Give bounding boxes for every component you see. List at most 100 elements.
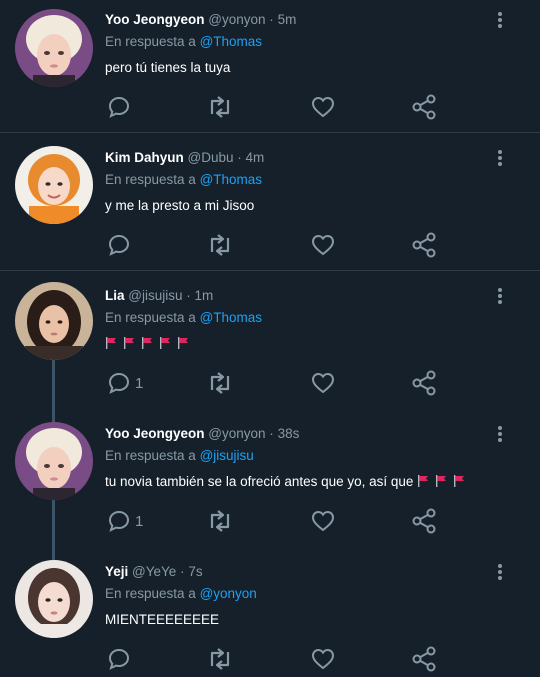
tweet-header: Yoo Jeongyeon @yonyon · 38s: [105, 426, 299, 441]
user-handle[interactable]: @yonyon: [208, 12, 265, 27]
tweet-text: tu novia también se la ofreció antes que…: [105, 474, 471, 489]
reply-button[interactable]: 1: [107, 507, 143, 535]
retweet-button[interactable]: [205, 507, 235, 535]
display-name[interactable]: Yeji: [105, 564, 128, 579]
red-flag-icon: [142, 337, 152, 349]
like-button[interactable]: [311, 507, 335, 535]
like-button[interactable]: [311, 93, 335, 121]
more-options-icon[interactable]: [493, 562, 507, 582]
tweet-header: Kim Dahyun @Dubu · 4m: [105, 150, 264, 165]
avatar[interactable]: [15, 422, 93, 500]
avatar[interactable]: [15, 560, 93, 638]
red-flag-icon: [124, 337, 134, 349]
share-button[interactable]: [411, 645, 437, 673]
like-button[interactable]: [311, 645, 335, 673]
share-icon: [412, 508, 436, 534]
tweet-header: Yeji @YeYe · 7s: [105, 564, 203, 579]
share-button[interactable]: [411, 231, 437, 259]
heart-icon: [311, 96, 335, 118]
more-options-icon[interactable]: [493, 148, 507, 168]
user-handle[interactable]: @Dubu: [188, 150, 234, 165]
timestamp[interactable]: 5m: [278, 12, 297, 27]
tweet-header: Lia @jisujisu · 1m: [105, 288, 213, 303]
display-name[interactable]: Lia: [105, 288, 125, 303]
more-options-icon[interactable]: [493, 10, 507, 30]
mention-link[interactable]: @Thomas: [200, 172, 262, 187]
tweet-text: pero tú tienes la tuya: [105, 60, 231, 75]
mention-link[interactable]: @yonyon: [200, 586, 257, 601]
separator: ·: [269, 426, 274, 441]
share-icon: [412, 94, 436, 120]
like-button[interactable]: [311, 369, 335, 397]
share-button[interactable]: [411, 507, 437, 535]
tweet[interactable]: Kim Dahyun @Dubu · 4m En respuesta a @Th…: [0, 138, 540, 270]
separator: ·: [186, 288, 191, 303]
like-button[interactable]: [311, 231, 335, 259]
tweet-text: y me la presto a mi Jisoo: [105, 198, 255, 213]
heart-icon: [311, 234, 335, 256]
reply-button[interactable]: 1: [107, 369, 143, 397]
tweet[interactable]: Yeji @YeYe · 7s En respuesta a @yonyon M…: [0, 552, 540, 677]
retweet-button[interactable]: [205, 369, 235, 397]
reply-icon: [108, 372, 130, 394]
retweet-button[interactable]: [205, 93, 235, 121]
tweet-actions: [105, 93, 445, 121]
mention-link[interactable]: @Thomas: [200, 34, 262, 49]
mention-link[interactable]: @Thomas: [200, 310, 262, 325]
timestamp[interactable]: 7s: [188, 564, 202, 579]
share-button[interactable]: [411, 93, 437, 121]
avatar[interactable]: [15, 146, 93, 224]
timestamp[interactable]: 38s: [278, 426, 300, 441]
more-options-icon[interactable]: [493, 424, 507, 444]
user-handle[interactable]: @yonyon: [208, 426, 265, 441]
separator: ·: [269, 12, 274, 27]
reply-context: En respuesta a @yonyon: [105, 586, 257, 601]
retweet-icon: [210, 510, 230, 532]
share-button[interactable]: [411, 369, 437, 397]
user-handle[interactable]: @YeYe: [132, 564, 176, 579]
tweet-text: [105, 336, 195, 351]
display-name[interactable]: Yoo Jeongyeon: [105, 12, 205, 27]
tweet-text: MIENTEEEEEEEE: [105, 612, 220, 627]
reply-button[interactable]: [107, 645, 135, 673]
separator: ·: [237, 150, 242, 165]
separator: ·: [180, 564, 185, 579]
tweet-text-content: tu novia también se la ofreció antes que…: [105, 474, 414, 489]
reply-button[interactable]: [107, 231, 135, 259]
share-icon: [412, 370, 436, 396]
reply-context: En respuesta a @jisujisu: [105, 448, 254, 463]
tweet-actions: 1: [105, 369, 445, 397]
display-name[interactable]: Yoo Jeongyeon: [105, 426, 205, 441]
heart-icon: [311, 648, 335, 670]
reply-button[interactable]: [107, 93, 135, 121]
reply-prefix: En respuesta a: [105, 310, 196, 325]
user-handle[interactable]: @jisujisu: [128, 288, 182, 303]
tweet[interactable]: Lia @jisujisu · 1m En respuesta a @Thoma…: [0, 276, 540, 414]
red-flag-icon: [106, 337, 116, 349]
avatar[interactable]: [15, 282, 93, 360]
timestamp[interactable]: 4m: [246, 150, 265, 165]
reply-prefix: En respuesta a: [105, 172, 196, 187]
retweet-button[interactable]: [205, 231, 235, 259]
tweet[interactable]: Yoo Jeongyeon @yonyon · 38s En respuesta…: [0, 414, 540, 552]
reply-icon: [108, 234, 130, 256]
avatar[interactable]: [15, 9, 93, 87]
tweet-actions: 1: [105, 507, 445, 535]
mention-link[interactable]: @jisujisu: [200, 448, 254, 463]
divider: [0, 270, 540, 271]
timestamp[interactable]: 1m: [195, 288, 214, 303]
tweet[interactable]: Yoo Jeongyeon @yonyon · 5m En respuesta …: [0, 0, 540, 132]
reply-icon: [108, 510, 130, 532]
more-options-icon[interactable]: [493, 286, 507, 306]
red-flag-icon: [160, 337, 170, 349]
heart-icon: [311, 372, 335, 394]
red-flag-icon: [436, 475, 447, 487]
reply-context: En respuesta a @Thomas: [105, 172, 262, 187]
reply-context: En respuesta a @Thomas: [105, 310, 262, 325]
red-flag-icon: [454, 475, 465, 487]
retweet-button[interactable]: [205, 645, 235, 673]
display-name[interactable]: Kim Dahyun: [105, 150, 184, 165]
reply-prefix: En respuesta a: [105, 586, 196, 601]
divider: [0, 132, 540, 133]
reply-icon: [108, 96, 130, 118]
